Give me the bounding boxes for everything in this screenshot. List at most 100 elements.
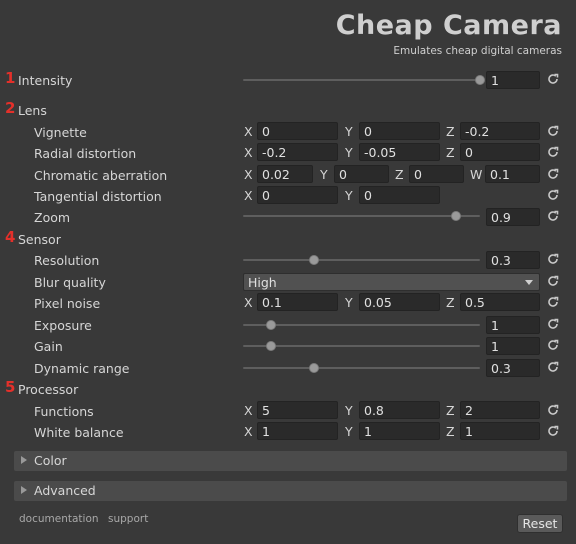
advanced-foldout-label: Advanced (34, 483, 96, 498)
reset-icon[interactable] (546, 317, 560, 331)
reset-icon[interactable] (546, 360, 560, 374)
support-link[interactable]: support (108, 513, 148, 525)
documentation-link[interactable]: documentation (19, 513, 99, 525)
radial-x-axis-label: X (244, 145, 253, 160)
chromatic-z-axis-label: Z (395, 167, 404, 182)
triangle-right-icon (21, 456, 27, 464)
functions-label: Functions (34, 404, 94, 419)
chromatic-x-field[interactable]: 0.02 (257, 165, 313, 183)
blur-quality-selected: High (248, 275, 277, 290)
whitebalance-z-axis-label: Z (446, 424, 455, 439)
reset-icon[interactable] (546, 424, 560, 438)
resolution-value-field[interactable]: 0.3 (486, 251, 540, 269)
functions-x-field[interactable]: 5 (257, 401, 338, 419)
whitebalance-y-field[interactable]: 1 (359, 422, 440, 440)
tangential-x-field[interactable]: 0 (257, 186, 338, 204)
chromatic-w-field[interactable]: 0.1 (485, 165, 540, 183)
noise-z-field[interactable]: 0.5 (460, 293, 540, 311)
resolution-slider-thumb[interactable] (309, 255, 320, 265)
reset-icon[interactable] (546, 188, 560, 202)
gain-label: Gain (34, 339, 63, 354)
color-foldout[interactable]: Color (14, 451, 567, 471)
noise-x-field[interactable]: 0.1 (257, 293, 338, 311)
functions-z-field[interactable]: 2 (460, 401, 540, 419)
dynamic-range-value-field[interactable]: 0.3 (486, 359, 540, 377)
vignette-x-axis-label: X (244, 124, 253, 139)
blur-quality-dropdown[interactable]: High (243, 273, 540, 291)
reset-icon[interactable] (546, 145, 560, 159)
radial-y-field[interactable]: -0.05 (359, 143, 440, 161)
whitebalance-x-field[interactable]: 1 (257, 422, 338, 440)
component-title: Cheap Camera (335, 10, 562, 41)
advanced-foldout[interactable]: Advanced (14, 481, 567, 501)
vignette-z-field[interactable]: -0.2 (460, 122, 540, 140)
vignette-z-axis-label: Z (446, 124, 455, 139)
chromatic-w-axis-label: W (470, 167, 483, 182)
chromatic-z-field[interactable]: 0 (409, 165, 464, 183)
blur-quality-label: Blur quality (34, 275, 106, 290)
pixel-noise-label: Pixel noise (34, 296, 101, 311)
reset-icon[interactable] (546, 274, 560, 288)
vignette-y-axis-label: Y (345, 124, 353, 139)
whitebalance-y-axis-label: Y (345, 424, 353, 439)
reset-icon[interactable] (546, 338, 560, 352)
exposure-value-field[interactable]: 1 (486, 316, 540, 334)
reset-icon[interactable] (546, 403, 560, 417)
noise-y-field[interactable]: 0.05 (359, 293, 440, 311)
reset-icon[interactable] (546, 252, 560, 266)
chromatic-x-axis-label: X (244, 167, 253, 182)
functions-y-field[interactable]: 0.8 (359, 401, 440, 419)
zoom-value-field[interactable]: 0.9 (486, 208, 540, 226)
reset-icon[interactable] (546, 295, 560, 309)
functions-x-axis-label: X (244, 403, 253, 418)
tangential-y-field[interactable]: 0 (359, 186, 440, 204)
radial-x-field[interactable]: -0.2 (257, 143, 338, 161)
radial-y-axis-label: Y (345, 145, 353, 160)
dynamic-range-slider-track[interactable] (243, 367, 480, 369)
gain-slider-thumb[interactable] (266, 341, 277, 351)
lens-label: Lens (18, 103, 47, 118)
exposure-slider-track[interactable] (243, 324, 480, 326)
whitebalance-x-axis-label: X (244, 424, 253, 439)
zoom-slider-thumb[interactable] (451, 211, 462, 221)
chromatic-y-field[interactable]: 0 (334, 165, 389, 183)
gain-slider-track[interactable] (243, 345, 480, 347)
intensity-slider-thumb[interactable] (475, 75, 485, 85)
triangle-right-icon (21, 486, 27, 494)
dynamic-range-label: Dynamic range (34, 361, 130, 376)
noise-z-axis-label: Z (446, 295, 455, 310)
radial-z-field[interactable]: 0 (460, 143, 540, 161)
resolution-slider-track[interactable] (243, 259, 480, 261)
exposure-label: Exposure (34, 318, 92, 333)
noise-y-axis-label: Y (345, 295, 353, 310)
section-number-sensor: 4 (5, 228, 16, 246)
vignette-y-field[interactable]: 0 (359, 122, 440, 140)
noise-x-axis-label: X (244, 295, 253, 310)
reset-button[interactable]: Reset (517, 514, 563, 533)
vignette-x-field[interactable]: 0 (257, 122, 338, 140)
tangential-x-axis-label: X (244, 188, 253, 203)
functions-y-axis-label: Y (345, 403, 353, 418)
chromatic-aberration-label: Chromatic aberration (34, 168, 168, 183)
reset-icon[interactable] (546, 72, 560, 86)
intensity-label: Intensity (18, 73, 73, 88)
section-number-intensity: 1 (5, 69, 16, 87)
whitebalance-z-field[interactable]: 1 (460, 422, 540, 440)
reset-icon[interactable] (546, 209, 560, 223)
radial-distortion-label: Radial distortion (34, 146, 137, 161)
dynamic-range-slider-thumb[interactable] (309, 363, 320, 373)
intensity-slider-track[interactable] (243, 79, 480, 81)
reset-icon[interactable] (546, 167, 560, 181)
tangential-distortion-label: Tangential distortion (34, 189, 162, 204)
chromatic-y-axis-label: Y (320, 167, 328, 182)
processor-label: Processor (18, 382, 79, 397)
zoom-slider-track[interactable] (243, 215, 480, 217)
intensity-value-field[interactable]: 1 (486, 71, 540, 89)
sensor-label: Sensor (18, 232, 61, 247)
white-balance-label: White balance (34, 425, 124, 440)
gain-value-field[interactable]: 1 (486, 337, 540, 355)
section-number-lens: 2 (5, 99, 16, 117)
reset-icon[interactable] (546, 124, 560, 138)
exposure-slider-thumb[interactable] (266, 320, 277, 330)
vignette-label: Vignette (34, 125, 87, 140)
